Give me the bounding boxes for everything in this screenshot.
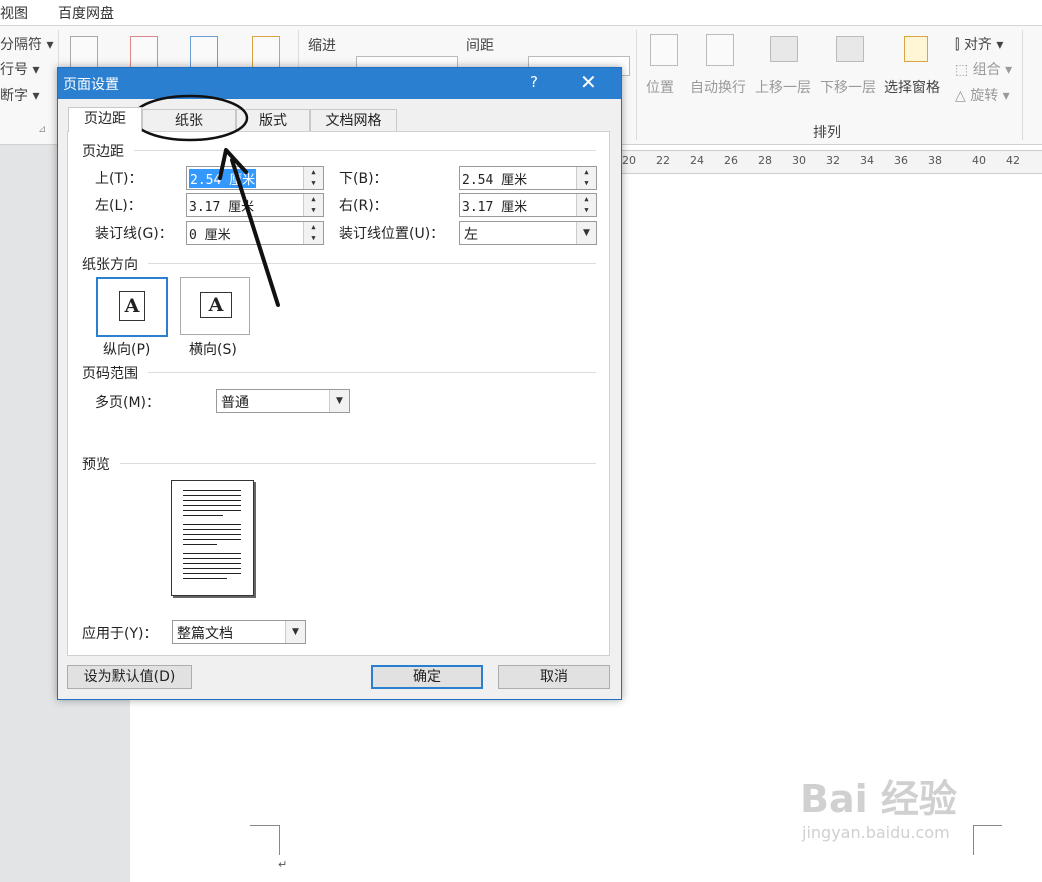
highlight-ellipse [131,94,249,142]
pointer-arrow [230,158,280,307]
annotation-overlay [131,94,280,307]
tab-margins[interactable]: 页边距 [68,107,142,132]
